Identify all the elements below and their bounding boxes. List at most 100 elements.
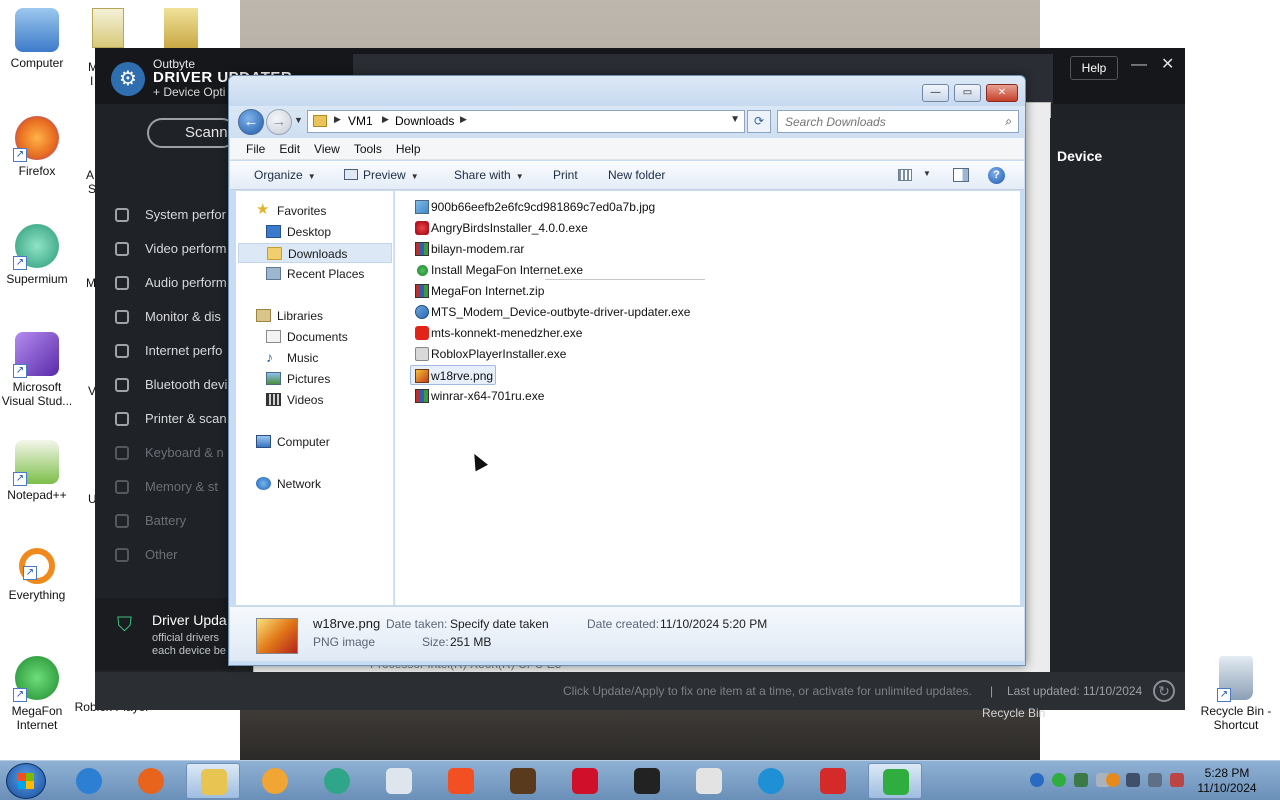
nav-libraries[interactable]: Libraries	[256, 306, 386, 326]
breadcrumb-separator-icon[interactable]: ▶	[334, 114, 341, 125]
taskbar-media-player[interactable]	[248, 763, 302, 799]
desktop-icon-megafon[interactable]: ↗ MegaFon Internet	[0, 656, 77, 732]
nav-music[interactable]: ♪ Music	[266, 348, 386, 368]
folder-icon[interactable]	[92, 8, 124, 48]
minimize-button[interactable]: —	[1131, 56, 1147, 74]
desktop-icon-label: Recycle Bin - Shortcut	[1200, 704, 1272, 732]
nav-computer[interactable]: Computer	[256, 432, 386, 452]
desktop-icon-computer[interactable]: Computer	[0, 8, 77, 70]
nav-network[interactable]: Network	[256, 474, 386, 494]
menu-help[interactable]: Help	[389, 138, 428, 160]
search-box[interactable]: ⌕	[777, 110, 1019, 133]
breadcrumb-downloads[interactable]: Downloads	[395, 114, 454, 128]
menu-file[interactable]: File	[239, 138, 272, 160]
search-icon[interactable]: ⌕	[1005, 114, 1012, 129]
outbyte-sidebar-item[interactable]: Printer & scan	[95, 402, 235, 436]
taskbar-ups[interactable]	[496, 763, 550, 799]
print-button[interactable]: Print	[553, 161, 578, 190]
help-button[interactable]: Help	[1070, 56, 1118, 80]
sidebar-item-label: Other	[145, 547, 178, 562]
taskbar-microsoft-store[interactable]	[434, 763, 488, 799]
outbyte-sidebar-item[interactable]: Battery	[95, 504, 235, 538]
taskbar-supermium[interactable]	[310, 763, 364, 799]
nav-documents[interactable]: Documents	[266, 327, 386, 347]
nav-favorites[interactable]: ★ Favorites	[256, 201, 386, 221]
taskbar-internet-explorer[interactable]	[62, 763, 116, 799]
outbyte-sidebar-item[interactable]: System perfor	[95, 198, 235, 232]
start-button[interactable]	[6, 763, 46, 799]
desktop-icon-everything[interactable]: ↗ Everything	[0, 548, 77, 602]
outbyte-sidebar-item[interactable]: Keyboard & n	[95, 436, 235, 470]
taskbar-shopping-bag[interactable]	[620, 763, 674, 799]
search-tray-icon[interactable]	[1106, 773, 1120, 787]
menu-tools[interactable]: Tools	[347, 138, 389, 160]
nav-pictures[interactable]: Pictures	[266, 369, 386, 389]
desktop-icon-firefox[interactable]: ↗ Firefox	[0, 116, 77, 178]
new-folder-button[interactable]: New folder	[608, 161, 665, 190]
recent-pages-dropdown-icon[interactable]: ▼	[294, 115, 303, 125]
user-folder-icon[interactable]	[164, 8, 198, 48]
outbyte-sidebar-item[interactable]: Other	[95, 538, 235, 572]
nav-recent-places[interactable]: Recent Places	[266, 264, 386, 284]
menu-edit[interactable]: Edit	[272, 138, 307, 160]
refresh-icon[interactable]: ↻	[1153, 680, 1175, 702]
view-options-dropdown-icon[interactable]: ▼	[923, 169, 931, 178]
taskbar-file-explorer[interactable]	[186, 763, 240, 799]
nav-desktop[interactable]: Desktop	[266, 222, 386, 242]
taskbar-angry-birds[interactable]	[806, 763, 860, 799]
share-with-button[interactable]: Share with ▼	[454, 161, 524, 191]
explorer-titlebar[interactable]: — ▭ ✕	[229, 76, 1025, 106]
taskbar-edge[interactable]	[744, 763, 798, 799]
action-center-flag-icon[interactable]	[1170, 773, 1184, 787]
clock[interactable]: 5:28 PM 11/10/2024	[1192, 766, 1262, 796]
details-date-taken-value[interactable]: Specify date taken	[450, 617, 549, 631]
taskbar-roblox[interactable]	[682, 763, 736, 799]
address-dropdown-icon[interactable]: ▼	[730, 114, 740, 125]
desktop-icon-recycle-bin[interactable]: ↗ Recycle Bin - Shortcut	[1196, 656, 1276, 732]
nav-downloads[interactable]: Downloads	[238, 243, 392, 263]
tray-app-icon[interactable]	[1030, 773, 1044, 787]
menu-view[interactable]: View	[307, 138, 347, 160]
refresh-icon[interactable]: ⟳	[747, 110, 771, 133]
outbyte-sidebar-item[interactable]: Memory & st	[95, 470, 235, 504]
outbyte-sidebar-item[interactable]: Bluetooth devi	[95, 368, 235, 402]
volume-muted-icon[interactable]	[1148, 773, 1162, 787]
taskbar-bank-of-america[interactable]	[558, 763, 612, 799]
desktop-icon-notepadpp[interactable]: ↗ Notepad++	[0, 440, 77, 502]
preview-pane-icon[interactable]	[953, 168, 969, 182]
close-button[interactable]: ✕	[986, 84, 1018, 102]
scan-button[interactable]: Scann	[147, 118, 237, 148]
help-icon[interactable]: ?	[988, 167, 1005, 184]
maximize-button[interactable]: ▭	[954, 84, 981, 102]
search-input[interactable]	[778, 111, 988, 132]
address-bar[interactable]: ▶ VM1 ▶ Downloads ▶ ▼	[307, 110, 745, 133]
breadcrumb-vm1[interactable]: VM1	[348, 114, 373, 128]
outbyte-sidebar-item[interactable]: Video perform	[95, 232, 235, 266]
youtube-player-icon	[386, 768, 412, 794]
breadcrumb-separator-icon[interactable]: ▶	[460, 114, 467, 125]
breadcrumb-separator-icon[interactable]: ▶	[382, 114, 389, 125]
megafon-tray-icon[interactable]	[1052, 773, 1066, 787]
outbyte-sidebar-item[interactable]: Monitor & dis	[95, 300, 235, 334]
folder-icon	[313, 115, 327, 127]
device-tray-icon[interactable]	[1126, 773, 1140, 787]
taskbar-youtube-player[interactable]	[372, 763, 426, 799]
outbyte-sidebar-item[interactable]: Internet perfo	[95, 334, 235, 368]
nav-videos[interactable]: Videos	[266, 390, 386, 410]
taskbar-firefox[interactable]	[124, 763, 178, 799]
forward-arrow-icon[interactable]: →	[266, 109, 292, 135]
preview-button[interactable]: Preview ▼	[344, 161, 419, 191]
outbyte-sidebar-item[interactable]: Audio perform	[95, 266, 235, 300]
close-button[interactable]: ✕	[1161, 54, 1174, 74]
minimize-button[interactable]: —	[922, 84, 949, 102]
change-view-icon[interactable]	[898, 169, 912, 181]
back-arrow-icon[interactable]: ←	[238, 109, 264, 135]
nav-label: Recent Places	[287, 267, 365, 281]
sidebar-item-label: Battery	[145, 513, 187, 528]
network-tray-icon[interactable]	[1074, 773, 1088, 787]
taskbar-megafon[interactable]	[868, 763, 922, 799]
desktop-icon-supermium[interactable]: ↗ Supermium	[0, 224, 77, 286]
desktop-icon-visual-studio[interactable]: ↗ Microsoft Visual Stud...	[0, 332, 77, 408]
file-item[interactable]: w18rve.png	[410, 365, 496, 385]
organize-button[interactable]: Organize ▼	[254, 161, 316, 191]
